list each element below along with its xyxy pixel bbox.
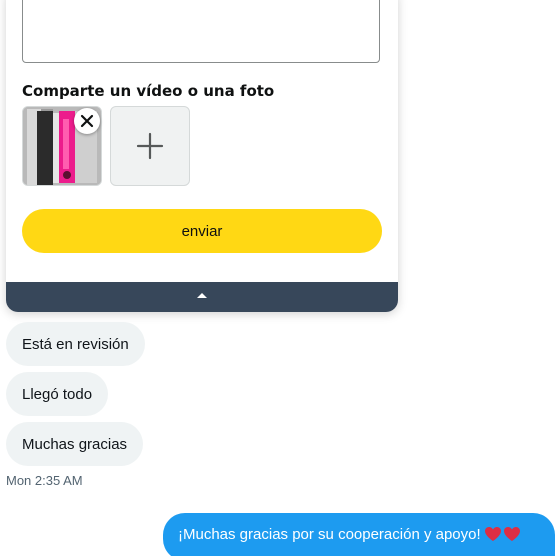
card-footer-bar[interactable]: [6, 282, 398, 312]
outgoing-message[interactable]: ¡Muchas gracias por su cooperación y apo…: [163, 513, 555, 556]
heart-icon: [484, 527, 501, 541]
message-timestamp: Mon 2:35 AM: [6, 473, 83, 488]
plus-icon: [136, 132, 164, 160]
add-media-button[interactable]: [110, 106, 190, 186]
submit-button[interactable]: enviar: [22, 209, 382, 253]
heart-icons: [483, 526, 521, 542]
remove-photo-button[interactable]: [74, 108, 100, 134]
review-card: Comparte un vídeo o una foto enviar: [6, 0, 398, 312]
heart-icon: [503, 527, 520, 541]
chevron-up-icon: [197, 293, 207, 298]
incoming-message[interactable]: Está en revisión: [6, 322, 145, 366]
review-text-area[interactable]: [22, 0, 380, 63]
outgoing-message-text: ¡Muchas gracias por su cooperación y apo…: [178, 526, 481, 543]
close-icon: [80, 114, 94, 128]
media-section-title: Comparte un vídeo o una foto: [22, 82, 275, 100]
incoming-message[interactable]: Muchas gracias: [6, 422, 144, 466]
incoming-message[interactable]: Llegó todo: [6, 372, 109, 416]
